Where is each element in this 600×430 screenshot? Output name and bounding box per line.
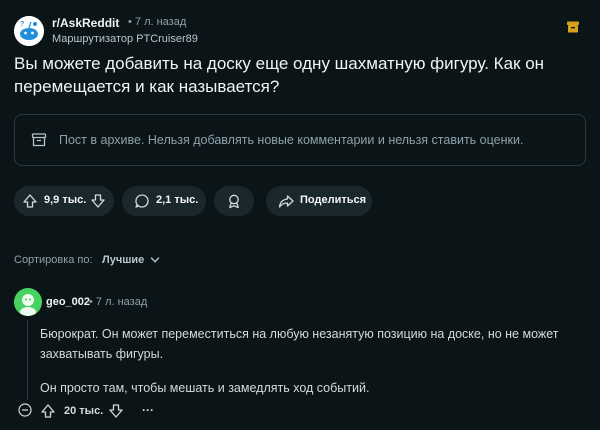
- comment-author[interactable]: geo_002: [46, 296, 90, 308]
- post-time: • 7 л. назад: [128, 16, 187, 28]
- share-label: Поделиться: [300, 194, 367, 206]
- upvote-icon[interactable]: [22, 193, 38, 209]
- user-avatar-icon: [14, 288, 42, 316]
- comment-sort[interactable]: Сортировка по: Лучшие: [14, 254, 160, 266]
- comment-upvote-icon[interactable]: [40, 403, 56, 419]
- comment-body: Бюрократ. Он может переместиться на любу…: [40, 324, 585, 412]
- archive-notice: Пост в архиве. Нельзя добавлять новые ко…: [14, 114, 586, 166]
- comment-count: 2,1 тыс.: [156, 194, 199, 206]
- comments-button[interactable]: 2,1 тыс.: [122, 186, 206, 216]
- vote-pill: 9,9 тыс.: [14, 186, 114, 216]
- subreddit-avatar[interactable]: ?: [14, 16, 44, 46]
- sort-value[interactable]: Лучшие: [102, 254, 144, 266]
- thread-line[interactable]: [27, 320, 28, 400]
- sort-label: Сортировка по:: [14, 254, 93, 266]
- comment-downvote-icon[interactable]: [108, 403, 124, 419]
- svg-text:?: ?: [20, 21, 24, 28]
- collapse-icon[interactable]: [18, 403, 32, 417]
- share-icon: [278, 195, 294, 208]
- comment-icon: [135, 194, 149, 208]
- downvote-icon[interactable]: [90, 193, 106, 209]
- archive-notice-text: Пост в архиве. Нельзя добавлять новые ко…: [59, 133, 524, 147]
- post-author[interactable]: Маршрутизатор PTCruiser89: [52, 33, 198, 45]
- post-header: ? r/AskReddit • 7 л. назад Маршрутизатор…: [14, 14, 586, 48]
- snoo-icon: ?: [14, 16, 44, 46]
- share-button[interactable]: Поделиться: [266, 186, 372, 216]
- archive-box-icon: [31, 133, 47, 147]
- archive-icon: [567, 21, 579, 33]
- award-button[interactable]: [214, 186, 254, 216]
- subreddit-name[interactable]: r/AskReddit: [52, 16, 119, 30]
- comment-vote-count: 20 тыс.: [64, 405, 104, 417]
- comment-time: • 7 л. назад: [89, 296, 148, 308]
- post-vote-count: 9,9 тыс.: [44, 194, 87, 206]
- post-title: Вы можете добавить на доску еще одну шах…: [14, 54, 545, 96]
- comment-paragraph: Он просто там, чтобы мешать и замедлять …: [40, 381, 370, 395]
- award-icon: [229, 194, 239, 209]
- more-options-icon[interactable]: ···: [142, 403, 154, 417]
- comment-paragraph: Бюрократ. Он может переместиться на любу…: [40, 327, 559, 361]
- chevron-down-icon[interactable]: [150, 255, 160, 265]
- comment-avatar[interactable]: [14, 288, 42, 316]
